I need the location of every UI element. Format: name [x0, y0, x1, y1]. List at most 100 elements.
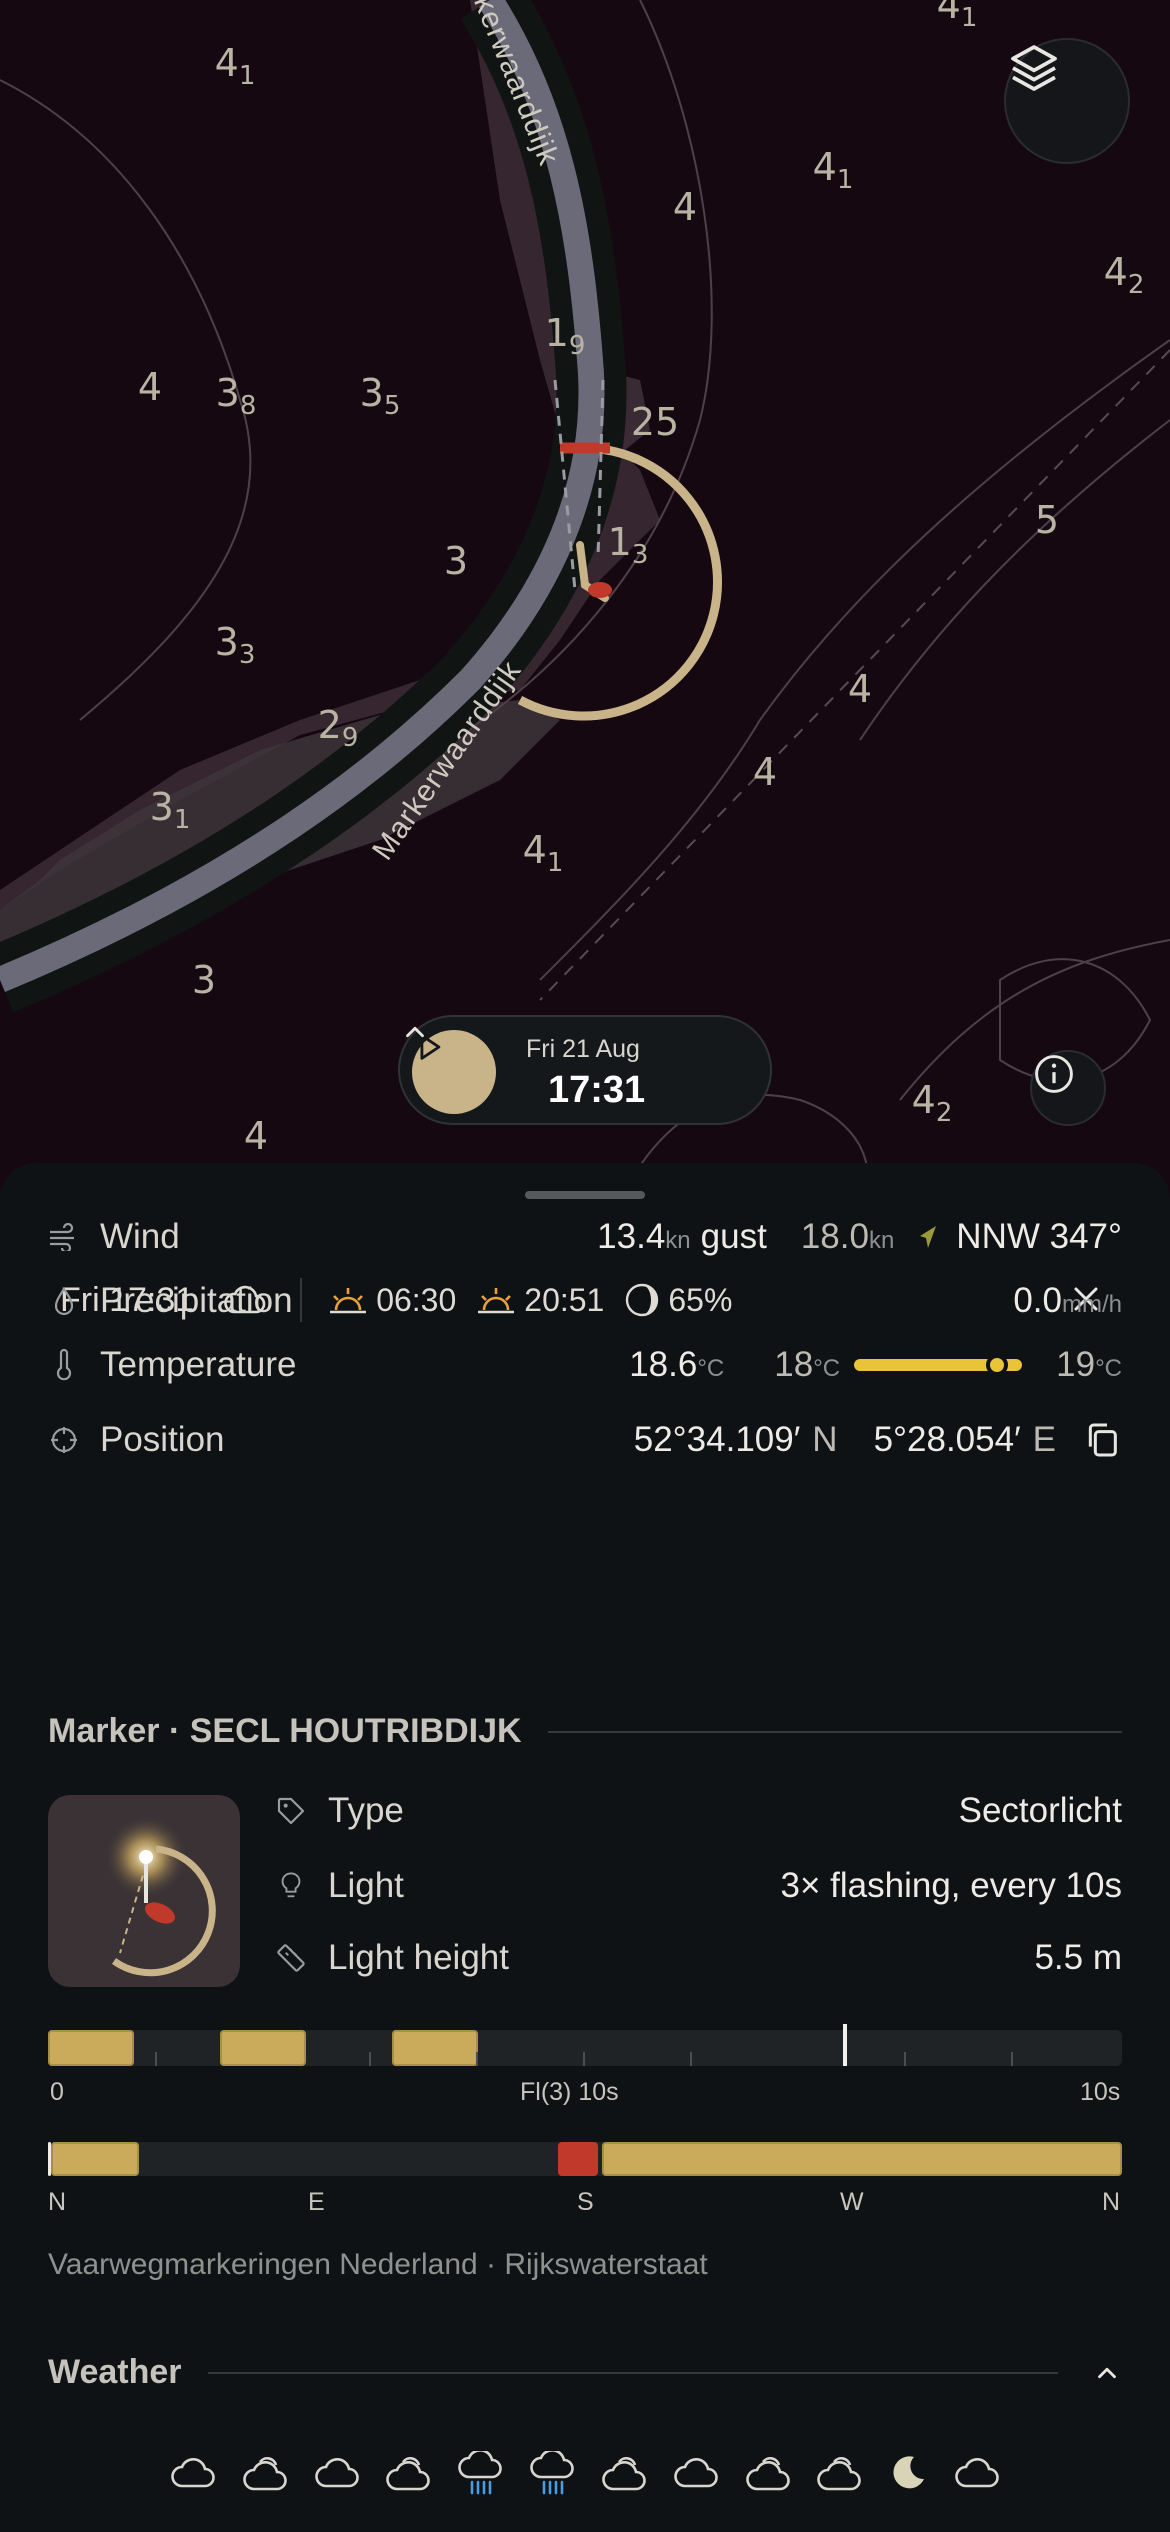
temperature-min: 18	[774, 1345, 814, 1384]
longitude-hemisphere: E	[1032, 1420, 1056, 1459]
depth-label: 33	[214, 620, 256, 670]
chevron-up-icon[interactable]	[400, 1017, 430, 1047]
longitude: 5°28.054′	[873, 1420, 1021, 1459]
sector-red	[558, 2142, 598, 2176]
sequence-end-label: 10s	[1080, 2078, 1121, 2106]
light-sector-bar[interactable]	[48, 2142, 1122, 2176]
divider	[207, 2371, 1058, 2374]
gust-label: gust	[700, 1217, 767, 1256]
cloud-icon	[170, 2456, 216, 2490]
ruler-icon	[274, 1942, 308, 1974]
cloud-sun-icon	[745, 2453, 791, 2493]
droplet-icon	[48, 1286, 80, 1316]
lightbulb-icon	[274, 1870, 308, 1902]
divider	[547, 1730, 1122, 1733]
thermometer-icon	[48, 1349, 80, 1381]
cloud-icon	[314, 2456, 360, 2490]
depth-label: 29	[317, 703, 359, 753]
depth-label: 41	[812, 145, 854, 195]
copy-icon[interactable]	[1082, 1420, 1122, 1460]
depth-label: 41	[522, 828, 564, 878]
temperature-label: Temperature	[100, 1345, 297, 1384]
type-label: Type	[328, 1791, 404, 1830]
depth-label: 4	[672, 185, 698, 229]
temperature-row: Temperature 18.6 °C 18 °C 19 °C	[48, 1340, 1122, 1390]
sector-yellow	[602, 2142, 1122, 2176]
position-row: Position 52°34.109′ N 5°28.054′ E	[48, 1415, 1122, 1465]
wind-speed: 13.4	[597, 1217, 666, 1256]
cloud-icon	[673, 2456, 719, 2490]
compass-label-e: E	[308, 2188, 325, 2216]
info-button[interactable]	[1030, 1050, 1106, 1126]
compass-label-s: S	[577, 2188, 594, 2216]
light-sequence-bar[interactable]	[48, 2024, 1122, 2066]
info-icon	[1035, 1055, 1073, 1093]
sequence-tick	[690, 2052, 692, 2066]
chevron-up-icon[interactable]	[1092, 2358, 1122, 2388]
rain-icon	[457, 2451, 503, 2495]
type-value: Sectorlicht	[958, 1791, 1122, 1830]
depth-label: 25	[630, 400, 680, 444]
light-value: 3× flashing, every 10s	[780, 1866, 1122, 1905]
cloud-sun-icon	[601, 2453, 647, 2493]
height-label: Light height	[328, 1938, 509, 1977]
precipitation-row: Precipitation 0.0 mm/h	[48, 1276, 1122, 1326]
compass-label-n: N	[48, 2188, 67, 2216]
gust-speed: 18.0	[800, 1217, 869, 1256]
layers-button[interactable]	[1004, 38, 1130, 164]
marker-thumbnail	[48, 1795, 240, 1987]
sequence-tick	[155, 2052, 157, 2066]
temperature-current-dot	[986, 1354, 1009, 1376]
depth-label: 19	[544, 311, 586, 361]
weather-heading[interactable]: Weather	[48, 2353, 1122, 2392]
marker-heading: Marker · SECL HOUTRIBDIJK	[48, 1712, 1122, 1751]
sequence-tick	[583, 2052, 585, 2066]
weather-forecast-strip[interactable]	[170, 2448, 1000, 2498]
depth-label: 3	[443, 539, 469, 583]
time-control[interactable]: Fri 21 Aug 17:31	[398, 1015, 772, 1125]
cloud-sun-icon	[385, 2453, 431, 2493]
depth-label: 3	[191, 958, 217, 1002]
temperature-max-unit: °C	[1095, 1355, 1122, 1382]
wind-direction-icon	[920, 1226, 937, 1248]
depth-label: 42	[911, 1078, 953, 1128]
compass-label-n-end: N	[1102, 2188, 1121, 2216]
precipitation-label: Precipitation	[100, 1281, 293, 1320]
sequence-tick	[369, 2052, 371, 2066]
sequence-tick	[476, 2052, 478, 2066]
sequence-tick	[1011, 2052, 1013, 2066]
sequence-start-label: 0	[50, 2078, 64, 2106]
wind-icon	[48, 1223, 80, 1251]
depth-label: 38	[215, 371, 257, 421]
depth-label: 41	[214, 41, 256, 91]
temperature-min-unit: °C	[813, 1355, 841, 1382]
precipitation-value: 0.0	[1013, 1281, 1062, 1320]
rain-icon	[529, 2451, 575, 2495]
marker-title: Marker · SECL HOUTRIBDIJK	[48, 1712, 522, 1750]
depth-label: 5	[1034, 498, 1060, 542]
depth-label: 4	[137, 365, 163, 409]
wind-label: Wind	[100, 1217, 180, 1256]
compass-label-w: W	[840, 2188, 864, 2216]
depth-label: 4	[752, 750, 778, 794]
tag-icon	[274, 1795, 308, 1827]
marker-type-row: Type Sectorlicht	[274, 1786, 1122, 1836]
depth-label: 4	[243, 1114, 269, 1158]
marker-height-row: Light height 5.5 m	[274, 1933, 1122, 1983]
sheet-handle[interactable]	[525, 1191, 645, 1199]
temperature-value: 18.6	[629, 1345, 698, 1384]
wind-row: Wind 13.4 kn gust 18.0 kn NNW 347°	[48, 1212, 1122, 1262]
temperature-range-bar	[854, 1354, 1023, 1376]
depth-label: 35	[359, 371, 401, 421]
crosshair-icon	[48, 1425, 80, 1455]
cloud-icon	[954, 2456, 1000, 2490]
chart-map[interactable]: 41 41 41 38 35 19 13 33 29 31 41 42 42 4…	[0, 0, 1170, 1200]
moon-icon	[888, 2453, 928, 2493]
temperature-unit: °C	[697, 1355, 725, 1382]
weather-title: Weather	[48, 2353, 182, 2391]
time-clock: 17:31	[548, 1069, 646, 1111]
flash-segment	[220, 2030, 306, 2066]
layers-icon	[1011, 45, 1057, 91]
depth-label: 13	[607, 520, 649, 570]
time-date: Fri 21 Aug	[526, 1035, 640, 1063]
